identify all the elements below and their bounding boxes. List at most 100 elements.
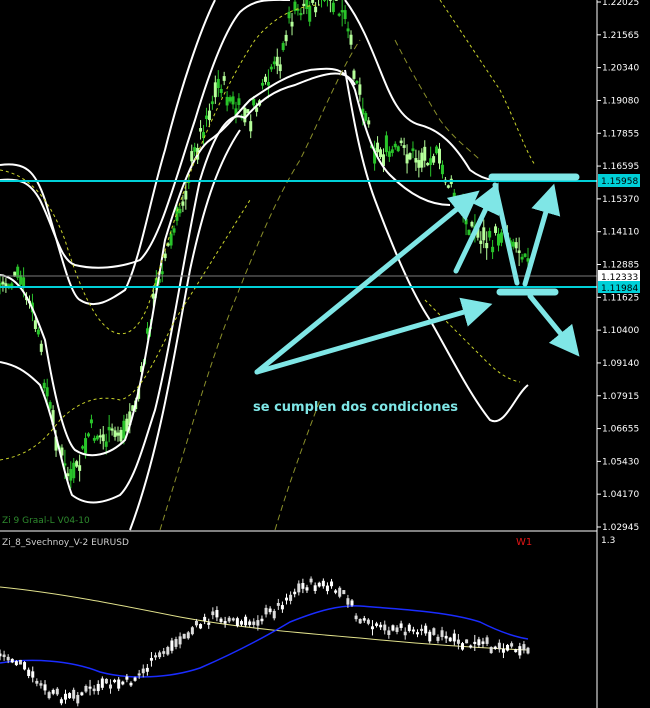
- candle-body: [301, 583, 305, 589]
- candle-body: [435, 146, 439, 154]
- candle-body: [129, 682, 133, 686]
- candle-body: [455, 197, 459, 201]
- candle-body: [42, 382, 46, 389]
- candle-body: [119, 429, 123, 442]
- candle-body: [514, 649, 518, 653]
- candle-body: [43, 684, 47, 691]
- candle-body: [219, 89, 223, 93]
- candle-body: [317, 582, 321, 587]
- candle-body: [405, 154, 409, 164]
- sub-candles: [0, 576, 530, 707]
- candle-body: [420, 152, 424, 168]
- candle-body: [80, 692, 84, 696]
- price-tick-label: 1.11625: [602, 293, 639, 303]
- candle-body: [364, 113, 368, 121]
- candle-body: [252, 621, 256, 625]
- price-tick-label: 1.07915: [602, 392, 639, 402]
- candle-body: [342, 590, 346, 595]
- candle-body: [219, 618, 223, 622]
- candle-body: [100, 678, 104, 688]
- candle-body: [190, 627, 194, 635]
- candle-body: [289, 594, 293, 601]
- candle-body: [89, 419, 93, 424]
- candle-body: [467, 229, 471, 235]
- candle-body: [6, 656, 10, 661]
- candle-body: [96, 683, 100, 692]
- candle-body: [207, 622, 211, 625]
- candle-body: [76, 694, 80, 704]
- candle-body: [330, 581, 334, 587]
- price-tick-label: 1.06655: [602, 425, 639, 435]
- candle-body: [313, 585, 317, 591]
- candle-body: [252, 98, 256, 106]
- candle-body: [98, 435, 102, 438]
- candle-body: [84, 438, 88, 454]
- candle-body: [482, 227, 486, 241]
- candle-body: [438, 148, 442, 164]
- candle-body: [420, 628, 424, 631]
- candle-body: [395, 627, 399, 632]
- candle-body: [408, 153, 412, 160]
- candle-body: [424, 625, 428, 634]
- candle-body: [511, 241, 515, 247]
- candle-body: [349, 34, 353, 45]
- candle-body: [203, 616, 207, 621]
- candle-body: [297, 583, 301, 593]
- candle-body: [383, 624, 387, 631]
- candle-body: [39, 683, 43, 686]
- price-tick-label: 1.21565: [602, 31, 639, 41]
- candle-body: [260, 618, 264, 622]
- candle-body: [491, 246, 495, 253]
- candle-body: [379, 149, 383, 158]
- candle-body: [444, 635, 448, 639]
- candle-body: [101, 434, 105, 442]
- candle-body: [95, 435, 99, 440]
- candle-body: [186, 632, 190, 639]
- candle-body: [415, 632, 419, 635]
- candle-body: [428, 631, 432, 642]
- candle-body: [121, 681, 125, 685]
- candle-body: [35, 680, 39, 684]
- price-axis: 1.22025 1.21565 1.20340 1.19080 1.17855 1.165…: [596, 0, 640, 708]
- candle-body: [481, 641, 485, 644]
- candle-body: [452, 192, 456, 203]
- candle-body: [178, 636, 182, 645]
- candle-body: [489, 647, 493, 654]
- candle-body: [160, 271, 164, 275]
- candle-body: [346, 598, 350, 605]
- candle-body: [514, 242, 518, 249]
- candle-body: [423, 146, 427, 161]
- candle-body: [181, 201, 185, 206]
- candle-body: [110, 428, 114, 431]
- candle-body: [244, 616, 248, 626]
- candle-body: [346, 28, 350, 32]
- candle-body: [190, 151, 194, 162]
- candle-body: [145, 667, 149, 672]
- candle-body: [461, 643, 465, 650]
- candle-body: [158, 652, 162, 658]
- candle-body: [137, 673, 141, 676]
- candle-body: [204, 115, 208, 119]
- candle-body: [518, 646, 522, 656]
- candle-body: [417, 160, 421, 168]
- candle-body: [269, 66, 273, 70]
- candle-body: [470, 221, 474, 227]
- candle-body: [211, 611, 215, 616]
- candle-body: [117, 679, 121, 689]
- candle-body: [63, 693, 67, 700]
- candle-body: [149, 657, 153, 661]
- candle-body: [477, 639, 481, 646]
- candle-body: [375, 623, 379, 626]
- candle-body: [337, 13, 341, 16]
- candle-body: [370, 626, 374, 630]
- candle-body: [334, 590, 338, 593]
- candle-body: [78, 465, 82, 471]
- candle-body: [456, 639, 460, 644]
- candle-body: [352, 70, 356, 79]
- candle-body: [432, 156, 436, 163]
- candle-body: [520, 256, 524, 260]
- candle-body: [367, 120, 371, 125]
- price-tick-label: 1.04170: [602, 490, 639, 500]
- candle-body: [2, 654, 6, 658]
- candle-body: [494, 226, 498, 233]
